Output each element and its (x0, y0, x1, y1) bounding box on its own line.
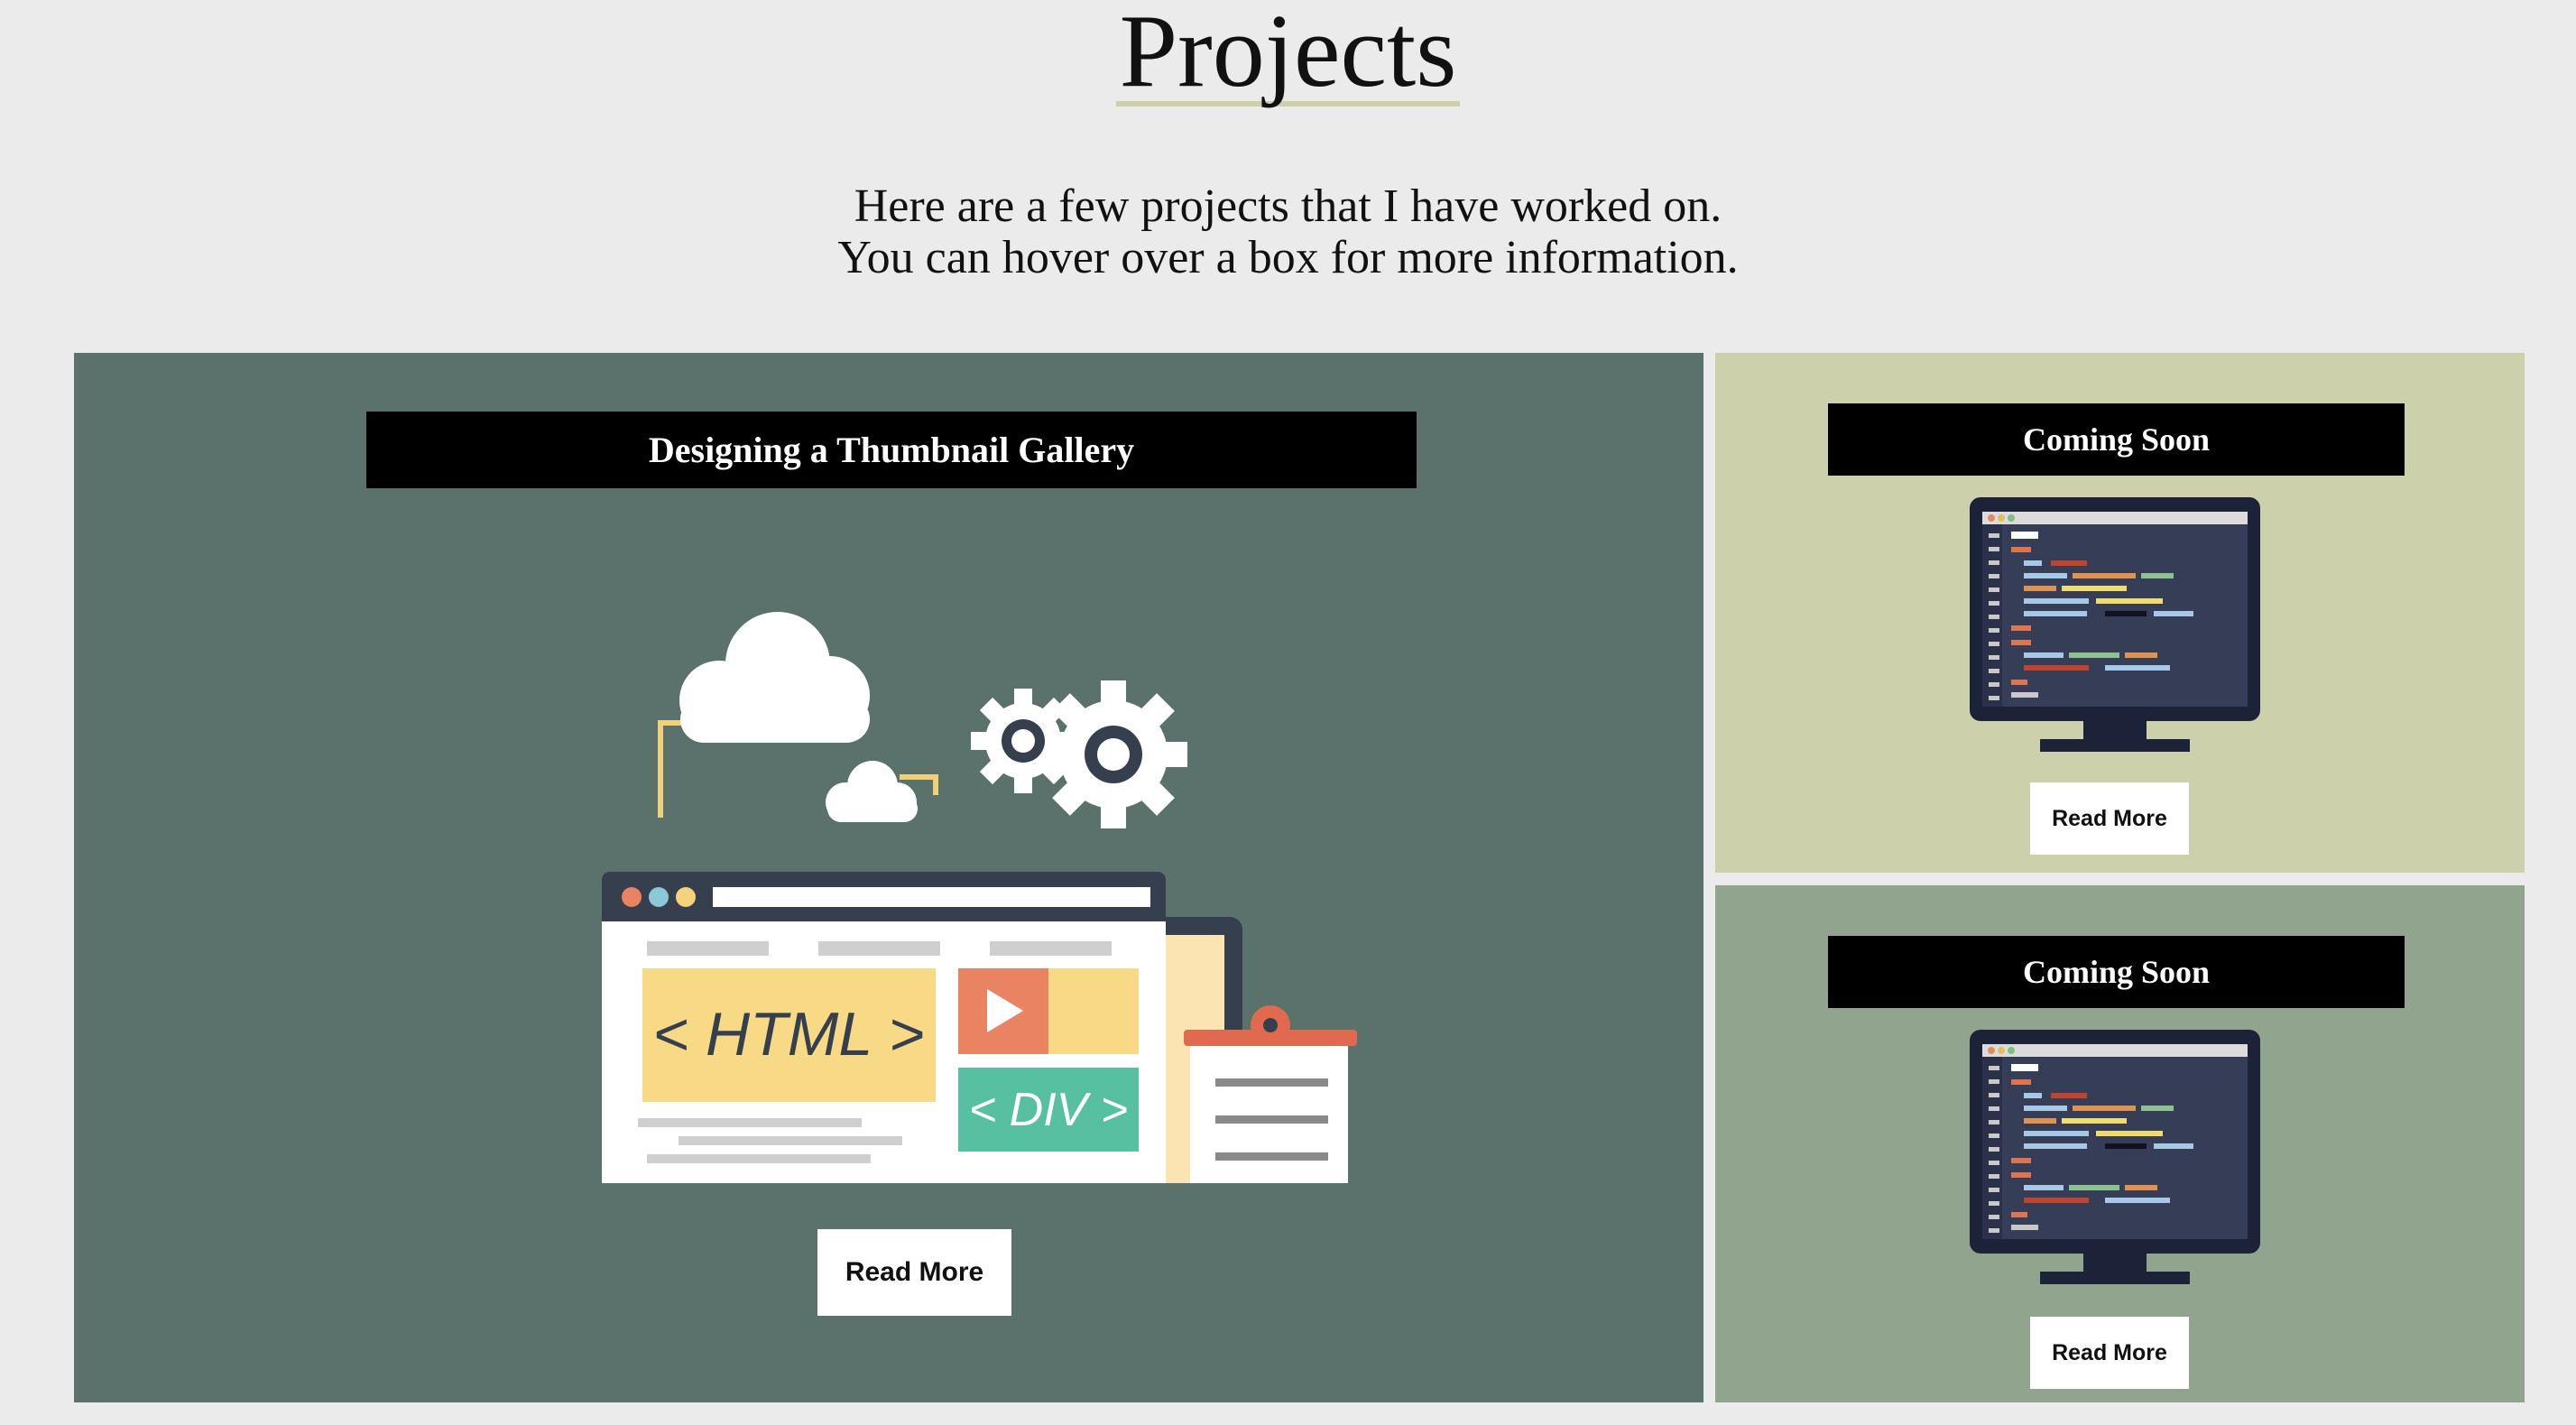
svg-text:< DIV >: < DIV > (969, 1084, 1128, 1136)
project-card-coming-soon-1[interactable]: Coming Soon Read More (1715, 353, 2525, 873)
project-card-coming-soon-2[interactable]: Coming Soon Read More (1715, 885, 2525, 1402)
intro-line-2: You can hover over a box for more inform… (837, 232, 1739, 283)
web-design-illustration: < HTML > < DIV > (602, 612, 1357, 1183)
code-monitor-icon (1970, 497, 2260, 752)
code-monitor-icon (1970, 1030, 2260, 1284)
read-more-button[interactable]: Read More (2030, 1317, 2189, 1389)
project-label: Coming Soon (1828, 403, 2405, 476)
browser-window-icon: < HTML > < DIV > (602, 872, 1166, 1183)
page-header: Projects (0, 0, 2576, 117)
small-gear-icon (971, 689, 1076, 793)
project-label: Coming Soon (1828, 936, 2405, 1008)
page-title: Projects (1115, 0, 1461, 106)
project-card-thumbnail-gallery[interactable]: Designing a Thumbnail Gallery < HTML > <… (74, 353, 1703, 1402)
project-label: Designing a Thumbnail Gallery (366, 412, 1417, 488)
cloud-icon (679, 612, 870, 743)
svg-text:< HTML >: < HTML > (652, 1000, 924, 1069)
intro-line-1: Here are a few projects that I have work… (854, 180, 1722, 232)
gear-icon (1039, 680, 1187, 828)
intro-text: Here are a few projects that I have work… (0, 180, 2576, 283)
read-more-button[interactable]: Read More (817, 1229, 1011, 1316)
clipboard-icon (1184, 1005, 1357, 1183)
read-more-button[interactable]: Read More (2030, 782, 2189, 855)
small-cloud-icon (826, 761, 918, 822)
